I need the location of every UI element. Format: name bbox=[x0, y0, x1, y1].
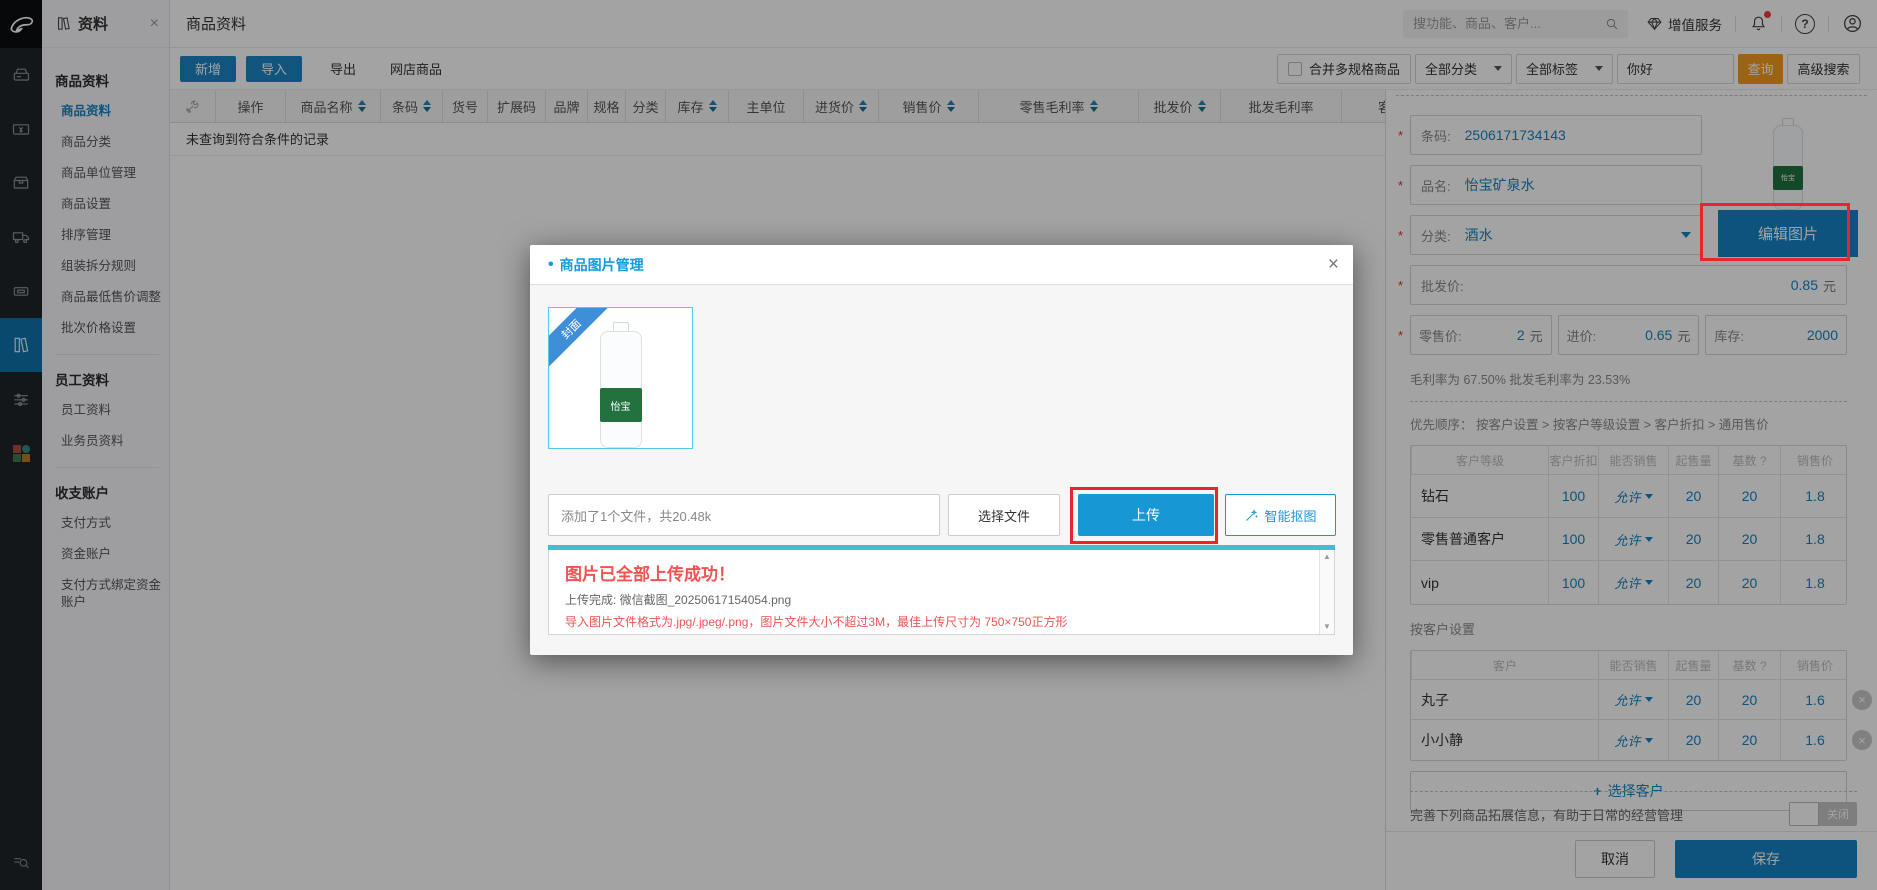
upload-hint-text: 导入图片文件格式为.jpg/.jpeg/.png，图片文件大小不超过3M，最佳上… bbox=[565, 615, 1068, 629]
modal-close-icon[interactable]: × bbox=[1328, 255, 1339, 274]
upload-message-panel: 图片已全部上传成功！ 上传完成: 微信截图_20250617154054.png… bbox=[548, 550, 1335, 635]
upload-button[interactable]: 上传 bbox=[1078, 494, 1214, 536]
upload-success-title: 图片已全部上传成功！ bbox=[565, 565, 735, 584]
modal-title: 商品图片管理 bbox=[559, 256, 644, 273]
app-root: 资料 × 商品资料 商品资料 商品分类 商品单位管理 商品设置 排序管理 组装拆… bbox=[0, 0, 1877, 890]
bottle-label: 怡宝 bbox=[599, 388, 642, 422]
file-summary-box: 添加了1个文件，共20.48k bbox=[548, 494, 940, 536]
cover-image-thumbnail[interactable]: 怡宝 封面 bbox=[548, 307, 693, 449]
smart-cutout-button[interactable]: 智能抠图 bbox=[1225, 494, 1336, 536]
bullet-icon: • bbox=[548, 255, 554, 273]
choose-file-button[interactable]: 选择文件 bbox=[948, 494, 1060, 536]
bottle-image: 怡宝 bbox=[591, 322, 651, 448]
scroll-down-icon[interactable]: ▼ bbox=[1323, 623, 1331, 631]
modal-header: • 商品图片管理 × bbox=[530, 245, 1353, 285]
image-manager-modal: • 商品图片管理 × 怡宝 封面 添加了1个文件，共20.48k 选择文件 上传… bbox=[530, 245, 1353, 655]
upload-row: 添加了1个文件，共20.48k 选择文件 上传 智能抠图 bbox=[548, 494, 1336, 536]
upload-done-text: 上传完成: 微信截图_20250617154054.png bbox=[565, 593, 792, 607]
scroll-up-icon[interactable]: ▲ bbox=[1323, 553, 1331, 561]
magic-wand-icon bbox=[1246, 508, 1258, 521]
scrollbar[interactable]: ▲ ▼ bbox=[1319, 550, 1334, 634]
